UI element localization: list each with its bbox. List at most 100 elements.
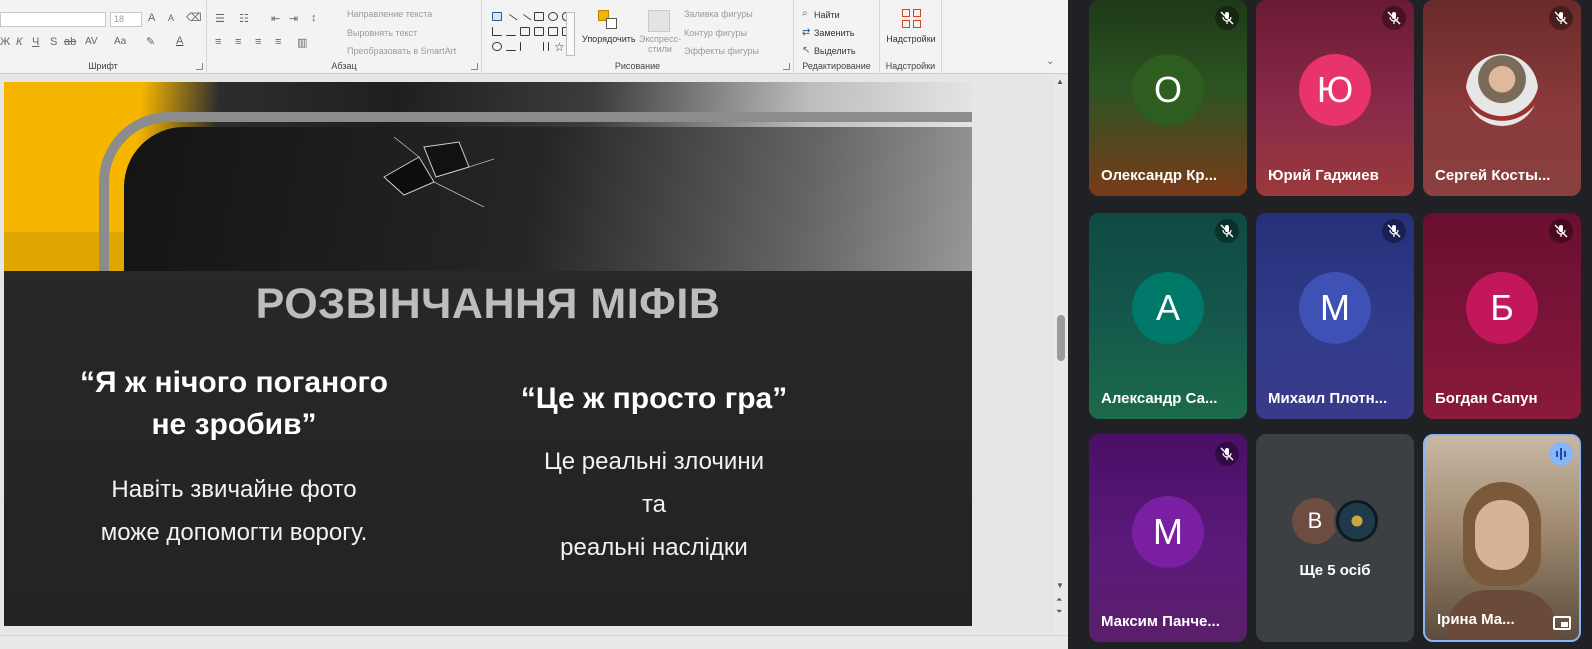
shadow-button[interactable]: ab [64,36,76,48]
clear-format-icon[interactable]: ⌫ [186,11,202,24]
participant-tile-5[interactable]: М Михаил Плотн... [1256,213,1414,419]
align-left-icon[interactable]: ≡ [215,36,221,48]
prev-slide-icon[interactable]: ⏶ [1056,595,1062,605]
participant-name: Максим Панче... [1101,613,1220,630]
convert-smartart-button[interactable]: Преобразовать в SmartArt [347,46,456,56]
select-icon[interactable]: ↖ [802,45,810,56]
muted-mic-icon [1215,219,1239,243]
slide-canvas: РОЗВІНЧАННЯ МІФІВ “Я ж нічого поганого н… [0,75,1050,635]
addins-icon[interactable] [902,9,922,29]
ribbon-group-font: 18 A A ⌫ Ж К Ч S ab AV Aa ✎ A Шрифт [0,0,207,74]
columns-icon[interactable]: ▥ [297,36,307,49]
change-case-button[interactable]: Aa [114,36,126,47]
muted-mic-icon [1215,6,1239,30]
italic-button[interactable]: К [16,36,22,48]
font-name-field[interactable] [0,12,106,27]
group-label-editing: Редактирование [802,61,871,71]
collapse-ribbon-icon[interactable]: ⌄ [1046,56,1054,67]
myth-right-body: Це реальні злочини та реальні наслідки [454,440,854,569]
myth-right-body-line2: та [641,491,667,518]
myth-left-heading-line2: не зробив” [151,408,317,441]
next-slide-icon[interactable]: ⏷ [1056,607,1062,617]
scroll-thumb[interactable] [1057,315,1065,361]
addins-button[interactable]: Надстройки [880,34,942,44]
underline-button[interactable]: Ч [32,36,39,48]
char-spacing-button[interactable]: AV [85,36,98,47]
arrange-icon[interactable] [598,10,618,30]
highlight-icon[interactable]: ✎ [146,35,155,48]
select-button[interactable]: Выделить [814,46,856,56]
myth-left-heading-line1: “Я ж нічого поганого [80,366,388,399]
participant-avatar: Б [1466,272,1538,344]
strikethrough-button[interactable]: S [50,36,57,48]
quick-styles-button-line1[interactable]: Экспресс- [638,34,682,44]
decrease-indent-icon[interactable]: ⇤ [271,12,280,25]
replace-button[interactable]: Заменить [814,28,854,38]
participant-name: Михаил Плотн... [1268,390,1388,407]
grow-font-button[interactable]: A [148,12,155,24]
numbering-icon[interactable]: ☷ [239,12,249,25]
slide-title: РОЗВІНЧАННЯ МІФІВ [255,280,721,328]
participant-avatar-small: В [1292,498,1338,544]
broken-glass-icon [383,137,494,207]
shape-effects-button[interactable]: Эффекты фигуры [684,46,759,56]
myth-left-body: Навіть звичайне фото може допомогти воро… [34,468,434,554]
bullets-icon[interactable]: ☰ [215,12,225,25]
replace-icon[interactable]: ⇄ [802,27,810,38]
bold-button[interactable]: Ж [0,36,10,48]
myth-left-body-line2: може допомогти ворогу. [100,519,368,546]
shapes-scroll[interactable] [566,12,575,56]
participant-tile-speaking[interactable]: Ірина Ма... [1423,434,1581,642]
star-shape-icon[interactable]: ☆ [554,40,565,54]
participant-tile-1[interactable]: О Олександр Кр... [1089,0,1247,196]
participant-tile-2[interactable]: Ю Юрий Гаджиев [1256,0,1414,196]
shape-outline-button[interactable]: Контур фигуры [684,28,747,38]
myth-right-body-line1: Це реальні злочини [544,448,764,475]
shape-fill-button[interactable]: Заливка фигуры [684,9,753,19]
myth-right-heading: “Це ж просто гра” [520,382,788,415]
picture-in-picture-icon[interactable] [1553,616,1571,630]
vertical-scrollbar[interactable]: ▲ ▼ ⏶ ⏷ [1054,75,1068,635]
more-participants-label: Ще 5 осіб [1299,562,1371,579]
participant-name: Ірина Ма... [1437,611,1515,628]
participant-emblem-avatar [1334,498,1380,544]
paragraph-dialog-launcher[interactable] [471,63,478,70]
participant-photo-avatar [1466,54,1538,126]
ribbon-group-paragraph: ☰ ☷ ⇤ ⇥ ↕ ≡ ≡ ≡ ≡ ▥ Направление текста В… [207,0,482,74]
participant-tile-more[interactable]: В Ще 5 осіб [1256,434,1414,642]
justify-icon[interactable]: ≡ [275,36,281,48]
align-right-icon[interactable]: ≡ [255,36,261,48]
participant-tile-6[interactable]: Б Богдан Сапун [1423,213,1581,419]
align-center-icon[interactable]: ≡ [235,36,241,48]
text-direction-button[interactable]: Направление текста [347,9,432,19]
arrange-button[interactable]: Упорядочить [582,34,636,44]
horizontal-scrollbar[interactable] [0,635,1068,649]
quick-styles-icon[interactable] [648,10,670,32]
shrink-font-button[interactable]: A [168,13,174,23]
ribbon-group-addins: Надстройки Надстройки [880,0,942,74]
ribbon: 18 A A ⌫ Ж К Ч S ab AV Aa ✎ A Шрифт ☰ ☷ … [0,0,1068,74]
slide[interactable]: РОЗВІНЧАННЯ МІФІВ “Я ж нічого поганого н… [4,82,972,626]
participant-name: Богдан Сапун [1435,390,1538,407]
participant-avatar: О [1132,54,1204,126]
muted-mic-icon [1549,219,1573,243]
participant-tile-4[interactable]: А Александр Са... [1089,213,1247,419]
ribbon-group-drawing: ☆ Упорядочить Экспресс- стили Заливка фи… [482,0,794,74]
meeting-participants-panel: О Олександр Кр... Ю Юрий Гаджиев Сергей … [1068,0,1592,649]
increase-indent-icon[interactable]: ⇥ [289,12,298,25]
scroll-up-icon[interactable]: ▲ [1056,77,1064,86]
scroll-down-icon[interactable]: ▼ [1056,581,1064,590]
drawing-dialog-launcher[interactable] [783,63,790,70]
participant-tile-3[interactable]: Сергей Косты... [1423,0,1581,196]
align-text-button[interactable]: Выровнять текст [347,28,417,38]
slide-phone-photo [4,82,972,271]
find-icon[interactable]: ⌕ [802,8,808,19]
quick-styles-button-line2[interactable]: стили [638,44,682,54]
line-spacing-icon[interactable]: ↕ [311,12,317,24]
font-size-field[interactable]: 18 [110,12,142,27]
group-label-addins: Надстройки [885,61,936,71]
participant-tile-7[interactable]: М Максим Панче... [1089,434,1247,642]
font-dialog-launcher[interactable] [196,63,203,70]
find-button[interactable]: Найти [814,10,840,20]
font-color-icon[interactable]: A [176,35,183,47]
